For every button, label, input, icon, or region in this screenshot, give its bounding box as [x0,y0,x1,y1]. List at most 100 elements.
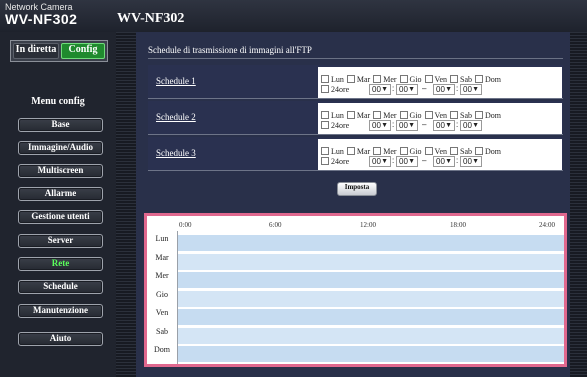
menu-item-allarme[interactable]: Allarme [18,187,103,201]
day-option: Mar [346,75,370,84]
all-day-option: 24ore [321,121,349,130]
start-minute-select[interactable]: 00 ▼ [396,84,418,95]
day-checkbox[interactable] [475,147,483,155]
all-day-label: 24ore [331,121,350,130]
day-checkbox[interactable] [373,111,382,119]
mode-switch: In diretta Config [10,40,108,62]
menu-item-rete[interactable]: Rete [18,257,103,271]
schedule-settings: Lun Mar Mer Gio Ven Sab Dom 24ore 00 ▼ 00 ▼ 00 ▼ 00 ▼: –… [318,103,562,134]
day-checkbox[interactable] [399,111,408,119]
day-label: Sab [460,147,472,156]
day-checkbox[interactable] [424,147,433,155]
day-checkbox[interactable] [450,75,458,83]
day-checkbox[interactable] [346,111,355,119]
select-value: 00 [372,157,381,166]
timeline-hour-label: 0:00 [179,221,192,229]
schedule-link[interactable]: Schedule 1 [156,76,196,86]
live-button[interactable]: In diretta [13,43,59,59]
end-hour-select[interactable]: 00 ▼ [433,156,455,167]
timeline-day-label: Gio [147,289,177,308]
select-value: 00 [463,121,472,130]
select-value: 00 [372,121,381,130]
start-hour-select[interactable]: 00 ▼ [369,84,391,95]
page-title: WV-NF302 [117,11,185,26]
day-checkbox[interactable] [475,111,483,119]
time-separator: : [456,156,459,165]
day-option: Gio [399,147,422,156]
all-day-checkbox[interactable] [321,121,329,129]
day-checkbox[interactable] [346,75,355,83]
select-value: 00 [436,121,445,130]
schedule-settings: Lun Mar Mer Gio Ven Sab Dom 24ore 00 ▼ 00 ▼ 00 ▼ 00 ▼: –… [318,139,562,170]
menu-item-schedule[interactable]: Schedule [18,280,103,294]
time-separator: : [392,156,395,165]
schedule-settings: Lun Mar Mer Gio Ven Sab Dom 24ore 00 ▼ 00 ▼ 00 ▼ 00 ▼: –… [318,67,562,98]
day-checkbox[interactable] [399,147,408,155]
day-option: Ven [424,111,447,120]
menu-item-immagine-audio[interactable]: Immagine/Audio [18,141,103,155]
start-hour-select[interactable]: 00 ▼ [369,156,391,167]
schedule-link[interactable]: Schedule 2 [156,112,196,122]
day-label: Mer [383,147,397,156]
chevron-down-icon: ▼ [445,86,452,93]
end-minute-select[interactable]: 00 ▼ [460,84,482,95]
day-label: Mer [383,111,397,120]
time-separator: : [456,84,459,93]
day-option: Mar [346,147,370,156]
chevron-down-icon: ▼ [381,158,388,165]
all-day-checkbox[interactable] [321,85,329,93]
day-checkbox[interactable] [399,75,408,83]
day-option: Lun [321,75,344,84]
day-option: Dom [475,75,501,84]
day-label: Sab [460,111,472,120]
end-minute-select[interactable]: 00 ▼ [460,120,482,131]
day-label: Mar [356,111,371,120]
day-label: Ven [434,147,447,156]
chevron-down-icon: ▼ [472,86,479,93]
all-day-option: 24ore [321,157,349,166]
chevron-down-icon: ▼ [408,86,415,93]
imposta-button[interactable]: Imposta [337,182,377,196]
day-label: Ven [434,111,447,120]
end-hour-select[interactable]: 00 ▼ [433,84,455,95]
chevron-down-icon: ▼ [472,158,479,165]
all-day-label: 24ore [331,85,350,94]
start-minute-select[interactable]: 00 ▼ [396,156,418,167]
schedule-row: Schedule 2 Lun Mar Mer Gio Ven Sab Dom 24ore 00 ▼ 0… [148,101,563,135]
day-label: Gio [409,75,422,84]
start-hour-select[interactable]: 00 ▼ [369,120,391,131]
start-minute-select[interactable]: 00 ▼ [396,120,418,131]
day-label: Lun [331,111,344,120]
select-value: 00 [372,85,381,94]
day-checkbox[interactable] [346,147,355,155]
config-button[interactable]: Config [61,43,105,59]
chevron-down-icon: ▼ [445,122,452,129]
day-checkbox[interactable] [373,147,382,155]
schedule-timeline: 0:00 6:00 12:00 18:00 24:00 Lun Mar Mer Gio Ven Sa… [144,213,567,367]
day-checkbox[interactable] [424,111,433,119]
menu-item-aiuto[interactable]: Aiuto [18,332,103,346]
end-minute-select[interactable]: 00 ▼ [460,156,482,167]
day-checkbox[interactable] [424,75,433,83]
day-checkbox[interactable] [475,75,483,83]
day-checkbox[interactable] [321,111,329,119]
menu-item-server[interactable]: Server [18,234,103,248]
day-checkbox[interactable] [321,147,329,155]
day-checkbox[interactable] [321,75,329,83]
end-hour-select[interactable]: 00 ▼ [433,120,455,131]
all-day-checkbox[interactable] [321,157,329,165]
schedule-link[interactable]: Schedule 3 [156,148,196,158]
day-option: Lun [321,111,344,120]
menu-item-gestione-utenti[interactable]: Gestione utenti [18,210,103,224]
day-label: Lun [331,75,344,84]
menu-item-manutenzione[interactable]: Manutenzione [18,304,103,318]
day-label: Gio [409,147,422,156]
day-checkbox[interactable] [450,147,458,155]
day-checkbox[interactable] [450,111,458,119]
menu-item-multiscreen[interactable]: Multiscreen [18,164,103,178]
day-option: Ven [424,147,447,156]
day-label: Dom [485,111,501,120]
day-checkbox[interactable] [373,75,382,83]
menu-item-base[interactable]: Base [18,118,103,132]
timeline-bar [177,235,564,251]
